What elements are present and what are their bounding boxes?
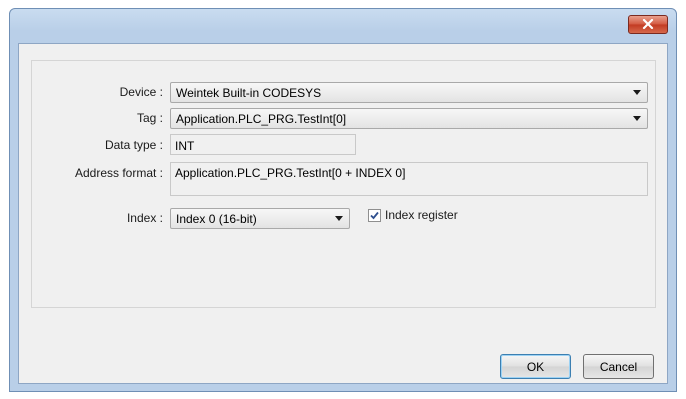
index-dropdown[interactable]: Index 0 (16-bit) <box>170 208 350 229</box>
close-icon <box>642 18 654 32</box>
index-register-checkbox[interactable] <box>368 209 381 222</box>
device-dropdown[interactable]: Weintek Built-in CODESYS <box>170 82 648 103</box>
ok-button[interactable]: OK <box>500 354 571 379</box>
cancel-button[interactable]: Cancel <box>583 354 654 379</box>
tag-label: Tag : <box>136 111 163 125</box>
address-format-field: Application.PLC_PRG.TestInt[0 + INDEX 0] <box>170 162 648 196</box>
close-button[interactable] <box>628 15 668 34</box>
tag-value: Application.PLC_PRG.TestInt[0] <box>176 112 347 126</box>
chevron-down-icon <box>335 216 343 221</box>
device-value: Weintek Built-in CODESYS <box>176 86 322 100</box>
index-label: Index : <box>126 211 163 225</box>
index-value: Index 0 (16-bit) <box>176 212 257 226</box>
tag-dropdown[interactable]: Application.PLC_PRG.TestInt[0] <box>170 108 648 129</box>
title-bar[interactable] <box>10 9 676 43</box>
data-type-value: INT <box>175 139 195 153</box>
data-type-label: Data type : <box>104 138 163 152</box>
settings-group: Device : Weintek Built-in CODESYS Tag : … <box>31 60 656 308</box>
address-format-label: Address format : <box>74 166 163 180</box>
address-format-value: Application.PLC_PRG.TestInt[0 + INDEX 0] <box>175 166 406 180</box>
index-register-label[interactable]: Index register <box>385 208 458 222</box>
dialog-window: Device : Weintek Built-in CODESYS Tag : … <box>9 8 677 392</box>
device-label: Device : <box>119 85 163 99</box>
dialog-client-area: Device : Weintek Built-in CODESYS Tag : … <box>18 43 668 384</box>
chevron-down-icon <box>633 90 641 95</box>
data-type-field: INT <box>170 134 356 155</box>
chevron-down-icon <box>633 116 641 121</box>
